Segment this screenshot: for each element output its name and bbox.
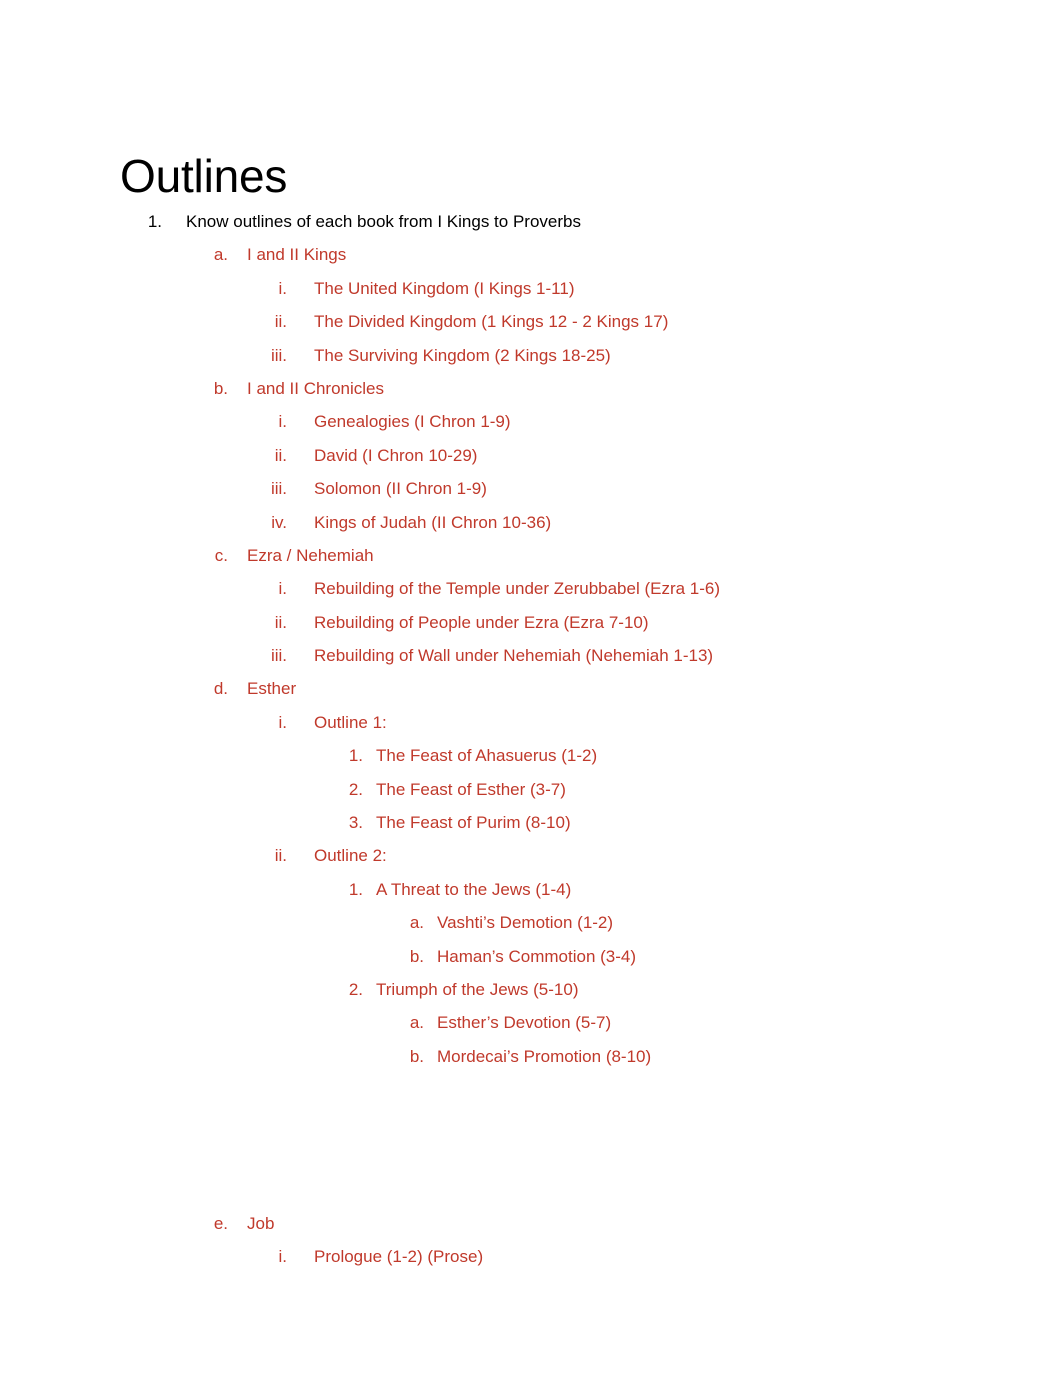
outline-item-marker: ii.	[274, 445, 287, 465]
outline-item-marker: iv.	[271, 512, 287, 532]
outline-item-marker: b.	[409, 946, 424, 966]
outline-item-label: Know outlines of each book from I Kings …	[186, 212, 581, 231]
outline-item: ii. The Divided Kingdom (1 Kings 12 - 2 K…	[0, 305, 1062, 338]
outline-item: i. Rebuilding of the Temple under Zerubba…	[0, 572, 1062, 605]
outline-item: b. Mordecai’s Promotion (8-10)	[0, 1040, 1062, 1073]
outline-item-label: The Feast of Purim (8-10)	[376, 813, 571, 833]
outline-item-marker: 2.	[348, 979, 363, 999]
outline-item-label: Esther	[247, 679, 297, 699]
outline-item: b. I and II Chronicles	[0, 372, 1062, 405]
outline-item: a. Esther’s Devotion (5-7)	[0, 1006, 1062, 1039]
outline-item-marker: a.	[409, 913, 424, 933]
outline-item: 3. The Feast of Purim (8-10)	[0, 806, 1062, 839]
outline-item-label: A Threat to the Jews (1-4)	[376, 879, 572, 899]
outline-item-label: Triumph of the Jews (5-10)	[376, 979, 579, 999]
outline-item-label: Ezra / Nehemiah	[247, 545, 374, 565]
outline-item-marker: i.	[278, 278, 288, 298]
outline-item-label: Rebuilding of Wall under Nehemiah (Nehem…	[314, 646, 714, 666]
outline-item-label: David (I Chron 10-29)	[314, 445, 478, 465]
outline-item-label: Kings of Judah (II Chron 10-36)	[314, 512, 552, 532]
outline-item-marker: 1.	[348, 746, 363, 766]
page-title: Outlines	[120, 149, 288, 202]
outline-list: 1. Know outlines of each book from I King…	[0, 205, 1062, 1274]
outline-item: i. Prologue (1-2) (Prose)	[0, 1240, 1062, 1273]
outline-item-marker: i.	[278, 579, 288, 599]
outline-item-marker: c.	[214, 545, 228, 565]
outline-item-label: The Feast of Esther (3-7)	[376, 779, 566, 799]
outline-item: i. The United Kingdom (I Kings 1-11)	[0, 272, 1062, 305]
outline-item: i. Genealogies (I Chron 1-9)	[0, 405, 1062, 438]
outline-item: 1. A Threat to the Jews (1-4)	[0, 873, 1062, 906]
outline-item: iii. Rebuilding of Wall under Nehemiah (N…	[0, 639, 1062, 672]
outline-item: ii. David (I Chron 10-29)	[0, 439, 1062, 472]
outline-spacer	[0, 1140, 1062, 1173]
outline-item: 1. The Feast of Ahasuerus (1-2)	[0, 739, 1062, 772]
outline-item: d. Esther	[0, 672, 1062, 705]
outline-item: iv. Kings of Judah (II Chron 10-36)	[0, 506, 1062, 539]
outline-item-marker: i.	[278, 412, 288, 432]
outline-item-label: I and II Kings	[247, 245, 347, 265]
outline-item-marker: 1.	[348, 879, 363, 899]
outline-item-label: Solomon (II Chron 1-9)	[314, 479, 487, 499]
outline-item-label: Outline 2:	[314, 846, 387, 866]
outline-item: iii. The Surviving Kingdom (2 Kings 18-25…	[0, 339, 1062, 372]
outline-spacer	[0, 1073, 1062, 1106]
outline-item: a. Vashti’s Demotion (1-2)	[0, 906, 1062, 939]
outline-item-marker: b.	[213, 378, 228, 398]
outline-item-marker: iii.	[270, 646, 287, 666]
outline-item-label: The Surviving Kingdom (2 Kings 18-25)	[314, 345, 611, 365]
outline-item-label: Vashti’s Demotion (1-2)	[437, 913, 614, 933]
outline-item-label: Job	[247, 1213, 275, 1233]
outline-item-label: Prologue (1-2) (Prose)	[314, 1247, 484, 1267]
outline-item-label: Rebuilding of People under Ezra (Ezra 7-…	[314, 612, 649, 632]
outline-item-marker: 3.	[348, 813, 363, 833]
outline-item: ii. Rebuilding of People under Ezra (Ezra…	[0, 606, 1062, 639]
outline-item: 2. The Feast of Esther (3-7)	[0, 773, 1062, 806]
outline-item-marker: e.	[213, 1213, 228, 1233]
outline-item: 2. Triumph of the Jews (5-10)	[0, 973, 1062, 1006]
outline-item-marker: b.	[409, 1046, 424, 1066]
outline-item-label: Rebuilding of the Temple under Zerubbabe…	[314, 579, 721, 599]
outline-item: c. Ezra / Nehemiah	[0, 539, 1062, 572]
outline-item-label: The Feast of Ahasuerus (1-2)	[376, 746, 598, 766]
outline-item-marker: 2.	[348, 779, 363, 799]
outline-item: b. Haman’s Commotion (3-4)	[0, 940, 1062, 973]
outline-item-marker: iii.	[270, 479, 287, 499]
outline-item: 1. Know outlines of each book from I King…	[0, 205, 1062, 238]
outline-item: ii. Outline 2:	[0, 839, 1062, 872]
outline-item-marker: ii.	[274, 846, 287, 866]
outline-item-marker: d.	[213, 679, 228, 699]
outline-item-label: Haman’s Commotion (3-4)	[437, 946, 637, 966]
outline-item-marker: i.	[278, 1247, 288, 1267]
outline-spacer	[0, 1173, 1062, 1206]
outline-item-label: The United Kingdom (I Kings 1-11)	[314, 278, 575, 298]
outline-item-marker: a.	[409, 1013, 424, 1033]
outline-item-marker: a.	[213, 245, 228, 265]
outline-item-marker: i.	[278, 712, 288, 732]
outline-item-label: I and II Chronicles	[247, 378, 385, 398]
outline-item: a. I and II Kings	[0, 238, 1062, 271]
outline-item: i. Outline 1:	[0, 706, 1062, 739]
outline-spacer	[0, 1107, 1062, 1140]
document-page: Outlines 1. Know outlines of each book fr…	[0, 0, 1062, 1377]
outline-item-label: Genealogies (I Chron 1-9)	[314, 412, 511, 432]
outline-item-label: Mordecai’s Promotion (8-10)	[437, 1046, 652, 1066]
outline-item-marker: iii.	[270, 345, 287, 365]
outline-item-label: The Divided Kingdom (1 Kings 12 - 2 King…	[314, 312, 669, 332]
outline-item-marker: ii.	[274, 612, 287, 632]
outline-item: e. Job	[0, 1207, 1062, 1240]
outline-item: iii. Solomon (II Chron 1-9)	[0, 472, 1062, 505]
outline-item-marker: 1.	[147, 212, 162, 231]
outline-item-label: Esther’s Devotion (5-7)	[437, 1013, 612, 1033]
outline-item-label: Outline 1:	[314, 712, 387, 732]
outline-item-marker: ii.	[274, 312, 287, 332]
